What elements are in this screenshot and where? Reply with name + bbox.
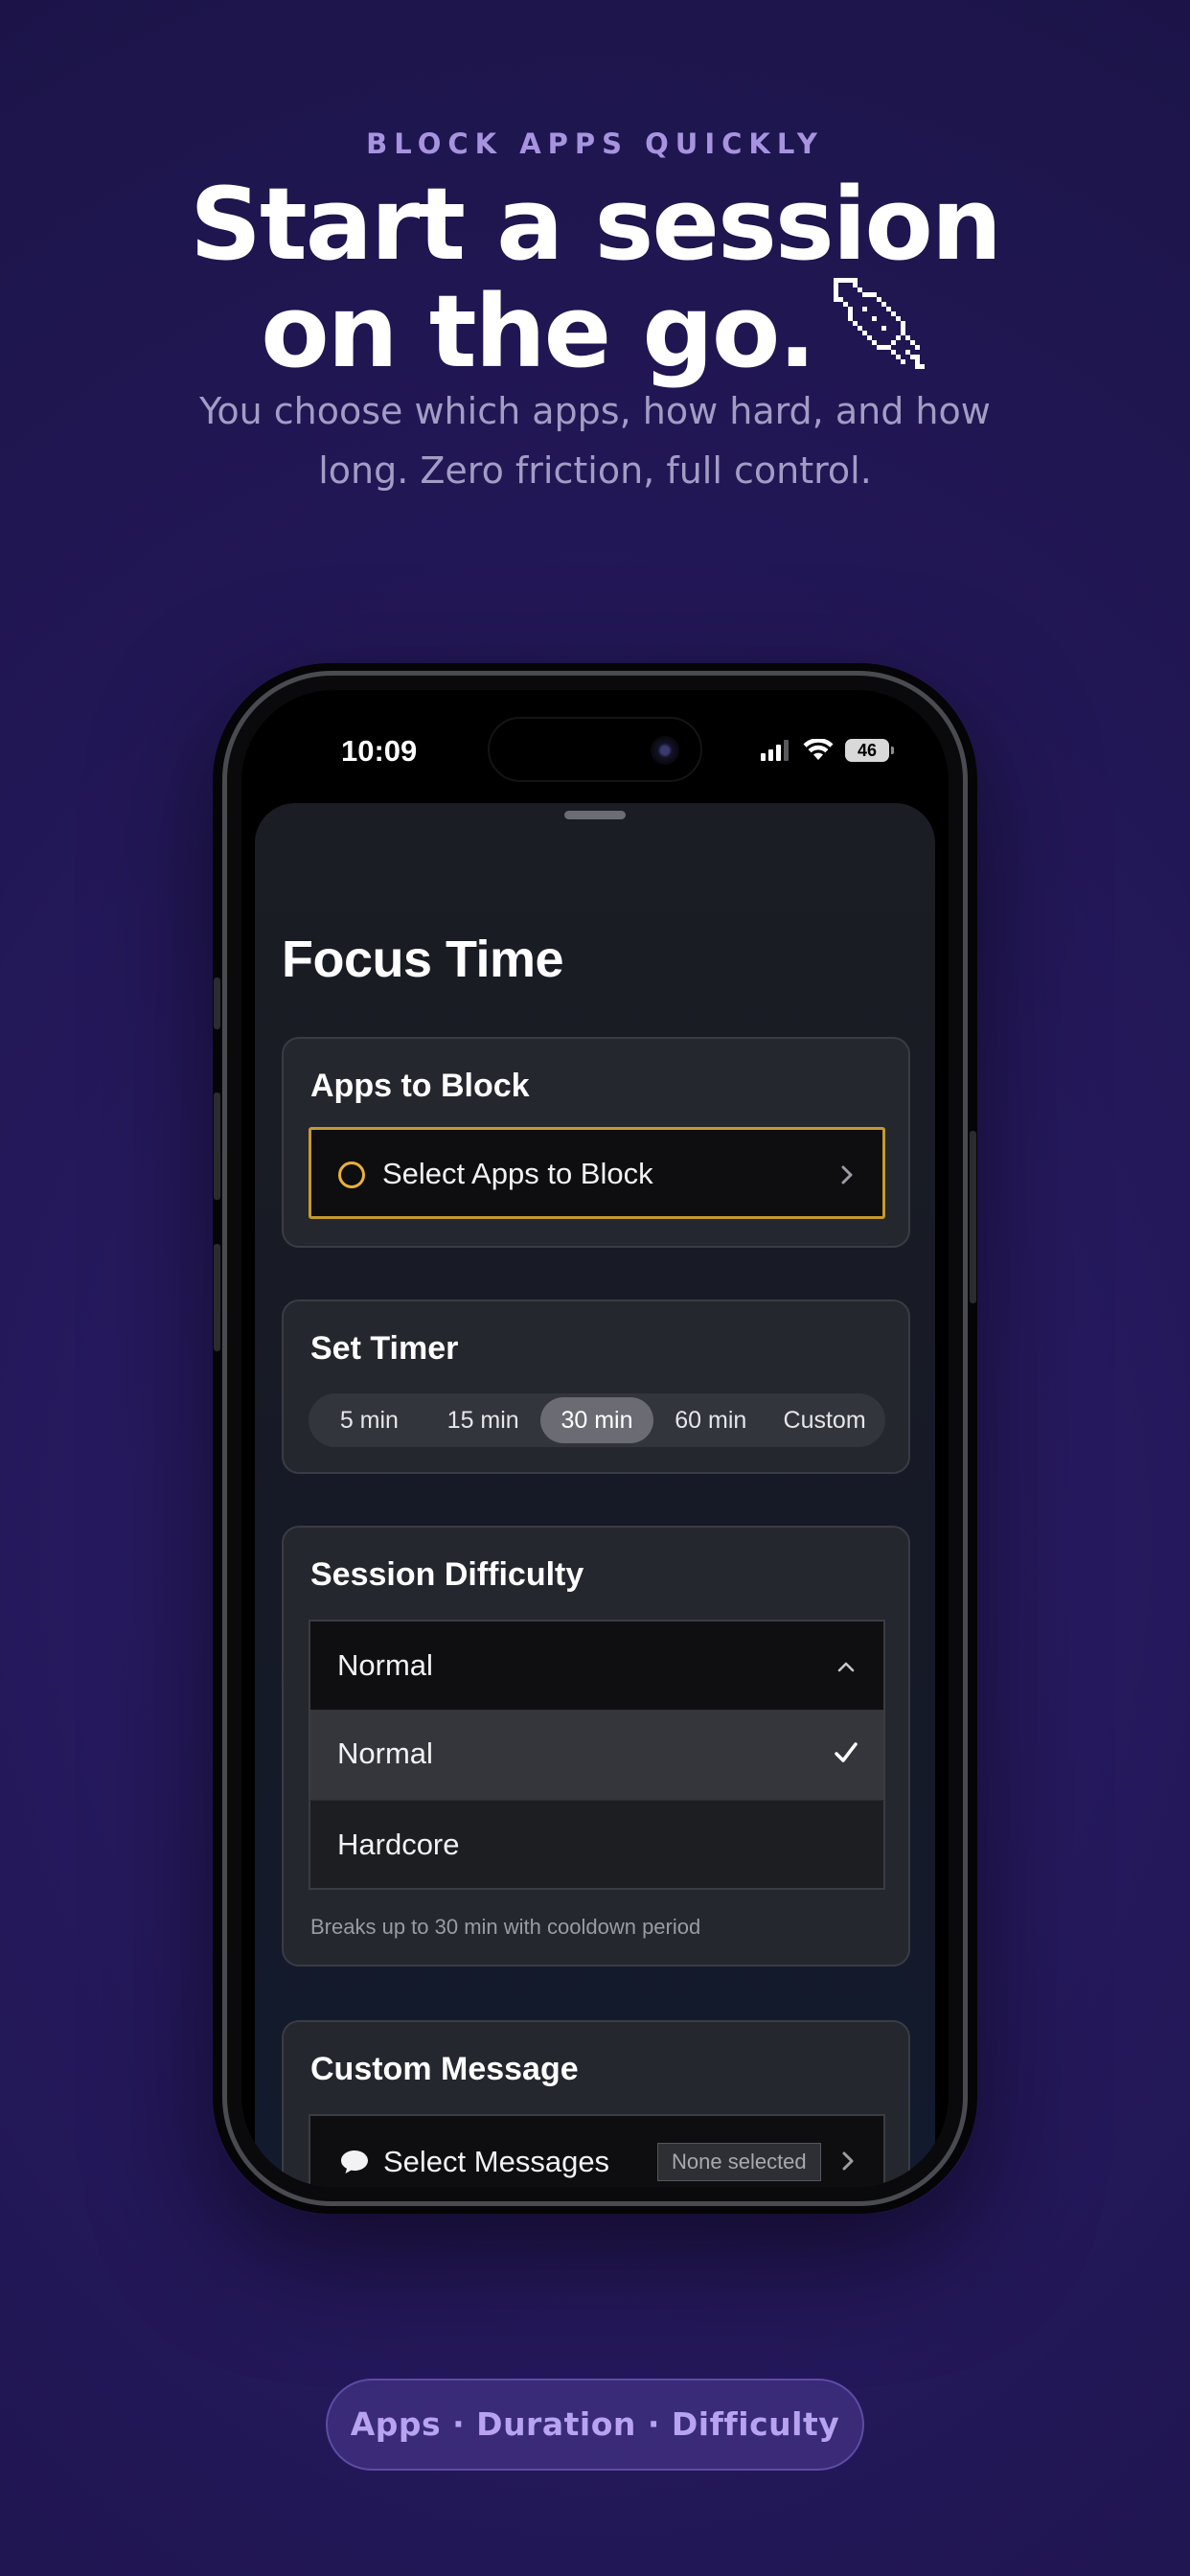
chevron-right-icon [841, 1165, 853, 1184]
none-selected-badge: None selected [657, 2143, 821, 2181]
difficulty-option-normal[interactable]: Normal [309, 1710, 885, 1800]
timer-option-custom[interactable]: Custom [767, 1397, 881, 1443]
timer-option-60-min[interactable]: 60 min [653, 1397, 767, 1443]
message-card-title: Custom Message [310, 2051, 579, 2087]
session-difficulty-card: Session Difficulty Normal Normal Hardcor… [282, 1526, 910, 1966]
battery-icon: 46 [845, 739, 894, 762]
timer-option-15-min[interactable]: 15 min [426, 1397, 540, 1443]
select-messages-label: Select Messages [383, 2145, 610, 2178]
sheet-title: Focus Time [282, 931, 564, 988]
headline-line-2-text: on the go. [261, 273, 816, 390]
volume-up-button [214, 1092, 220, 1200]
status-icons: 46 [761, 736, 894, 765]
sheet-grabber[interactable] [564, 811, 626, 819]
camera-icon [651, 736, 679, 765]
timer-card-title: Set Timer [310, 1330, 459, 1367]
circle-icon [338, 1162, 365, 1188]
headline: Start a session on the go. [0, 171, 1190, 385]
difficulty-option-label: Hardcore [337, 1828, 460, 1861]
chevron-up-icon [837, 1662, 855, 1672]
difficulty-dropdown[interactable]: Normal [309, 1620, 885, 1710]
wifi-icon [803, 739, 834, 760]
status-time: 10:09 [341, 734, 418, 768]
apps-to-block-card: Apps to Block Select Apps to Block [282, 1037, 910, 1248]
pixel-rocket-icon [833, 278, 925, 369]
eyebrow-label: BLOCK APPS QUICKLY [366, 127, 824, 160]
headline-line-2: on the go. [0, 278, 1190, 385]
select-apps-label: Select Apps to Block [382, 1157, 653, 1190]
headline-line-1: Start a session [190, 166, 1002, 283]
select-messages-button[interactable]: Select Messages None selected [309, 2114, 885, 2187]
set-timer-card: Set Timer 5 min 15 min 30 min 60 min Cus… [282, 1300, 910, 1474]
difficulty-hint: Breaks up to 30 min with cooldown period [310, 1915, 701, 1939]
subhead: You choose which apps, how hard, and how… [199, 390, 991, 492]
select-apps-button[interactable]: Select Apps to Block [309, 1127, 885, 1219]
power-button [970, 1131, 976, 1303]
apps-card-title: Apps to Block [310, 1068, 530, 1104]
action-button [214, 978, 220, 1029]
volume-down-button [214, 1244, 220, 1351]
signal-icon [761, 740, 789, 761]
checkmark-icon [835, 1742, 858, 1762]
feature-pill: Apps · Duration · Difficulty [326, 2379, 864, 2471]
speech-bubble-icon [341, 2150, 368, 2174]
chevron-right-icon [842, 2151, 854, 2171]
status-bar: 10:09 46 [241, 690, 949, 805]
custom-message-card: Custom Message Select Messages None sele… [282, 2020, 910, 2187]
timer-option-5-min[interactable]: 5 min [312, 1397, 426, 1443]
difficulty-option-label: Normal [337, 1736, 433, 1770]
focus-time-sheet: Focus Time Apps to Block Select Apps to … [255, 803, 935, 2187]
dynamic-island [488, 717, 702, 782]
difficulty-card-title: Session Difficulty [310, 1556, 584, 1593]
timer-segmented-control: 5 min 15 min 30 min 60 min Custom [309, 1393, 885, 1447]
difficulty-selected-value: Normal [337, 1648, 433, 1682]
difficulty-option-hardcore[interactable]: Hardcore [309, 1800, 885, 1890]
timer-option-30-min[interactable]: 30 min [539, 1397, 654, 1443]
phone-screen: 10:09 46 Focus Time Apps to Block Select… [241, 690, 949, 2187]
